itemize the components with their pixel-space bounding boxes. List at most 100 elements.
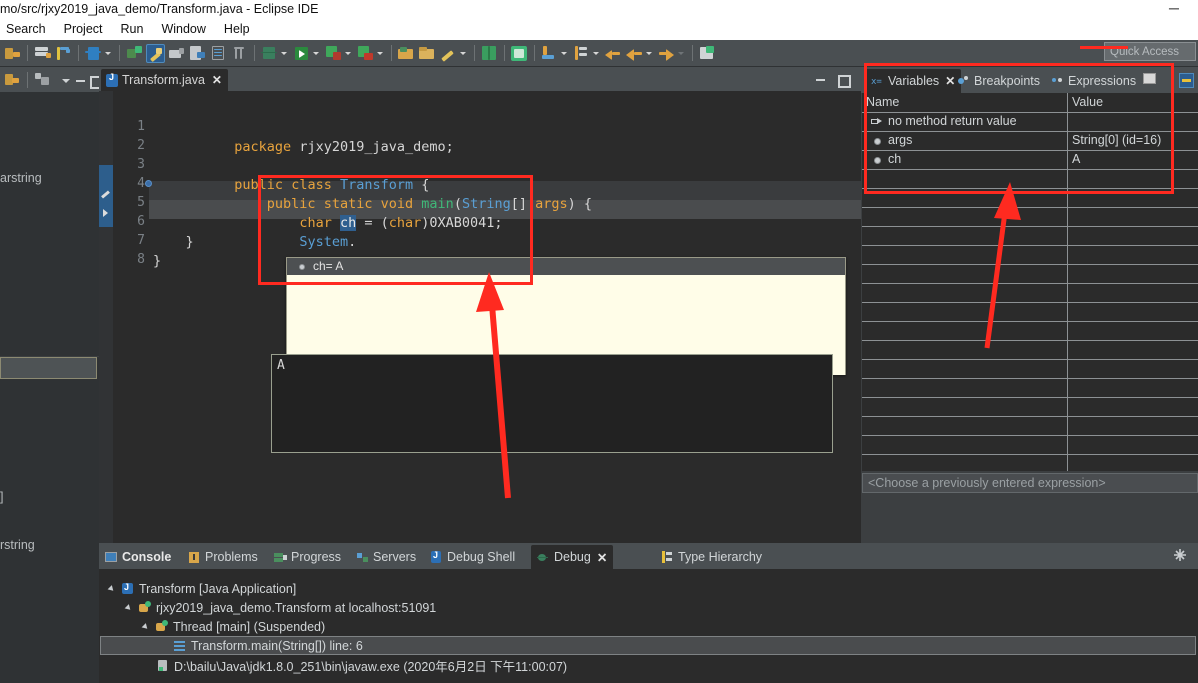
tree-item-launch[interactable]: J Transform [Java Application] [107,579,296,598]
debug-bug-icon[interactable] [84,44,103,63]
export-document-icon[interactable] [188,44,207,63]
run-external-tools-icon[interactable] [324,44,343,63]
new-package-icon[interactable] [397,44,416,63]
table-row[interactable] [862,379,1198,398]
tab-debug[interactable]: Debug ✕ [531,545,614,569]
list-view-icon[interactable] [209,44,228,63]
toggle-markers-caret-icon[interactable] [592,44,601,62]
table-row[interactable] [862,417,1198,436]
table-row[interactable]: ch A [862,151,1198,170]
editor-annotation-ruler[interactable] [99,91,113,543]
import-arrow-icon[interactable] [3,44,22,63]
table-row[interactable] [862,436,1198,455]
editor-maximize-icon[interactable] [837,73,851,88]
perspective-icon[interactable] [510,44,529,63]
highlight-pencil-icon[interactable] [146,43,165,63]
new-java-project-icon[interactable] [698,44,717,63]
open-folder-icon[interactable] [418,44,437,63]
run-launch-icon[interactable] [292,44,311,63]
left-panel-maximize-icon[interactable] [89,74,103,89]
table-row[interactable] [862,284,1198,303]
menu-item-help[interactable]: Help [215,20,259,38]
back-history-caret-icon[interactable] [645,44,654,62]
tab-console[interactable]: Console [105,545,171,569]
tab-type-hierarchy[interactable]: Type Hierarchy [661,545,762,569]
run-coverage-icon[interactable] [356,44,375,63]
tab-variables-close-icon[interactable]: ✕ [945,74,955,88]
table-row[interactable] [862,303,1198,322]
window-minimize-button[interactable]: ─ [1160,0,1188,18]
tab-variables[interactable]: x= Variables ✕ [865,69,962,93]
table-row[interactable] [862,341,1198,360]
menu-item-project[interactable]: Project [55,20,112,38]
back-arrow-icon[interactable] [604,44,623,63]
editor-minimize-icon[interactable] [815,73,827,85]
variables-table[interactable]: Name Value no method return value args S… [862,93,1198,474]
table-row[interactable] [862,189,1198,208]
left-panel-selected-row[interactable] [0,357,97,379]
tree-item-thread[interactable]: Thread [main] (Suspended) [141,617,325,636]
run-launch-caret-icon[interactable] [312,44,321,62]
camera-icon[interactable] [167,44,186,63]
code-editor[interactable]: 1 2 3 4 5 6 7 8 package rjxy2019_java_de… [99,91,861,543]
table-row[interactable] [862,246,1198,265]
branch-merge-icon[interactable] [54,44,73,63]
tree-item-target[interactable]: rjxy2019_java_demo.Transform at localhos… [124,598,436,617]
step-into-icon[interactable] [540,44,559,63]
table-row[interactable]: no method return value [862,113,1198,132]
tab-problems[interactable]: Problems [188,545,258,569]
expander-arrow-icon[interactable] [124,602,136,614]
tree-item-process[interactable]: D:\bailu\Java\jdk1.8.0_251\bin\javaw.exe… [157,656,567,675]
back-history-icon[interactable] [625,44,644,63]
table-row[interactable] [862,265,1198,284]
table-row[interactable] [862,322,1198,341]
tree-item-stackframe[interactable]: Transform.main(String[]) line: 6 [100,636,1196,655]
left-panel-minimize-icon[interactable] [75,74,85,86]
debug-dropdown-caret-icon[interactable] [104,44,113,62]
tab-progress[interactable]: Progress [274,545,341,569]
editor-tab-transform-java[interactable]: Transform.java ✕ [101,69,228,91]
tab-breakpoints[interactable]: Breakpoints [957,69,1040,93]
new-window-icon[interactable] [33,44,52,63]
edit-pencil-icon[interactable] [439,44,458,63]
debug-panel-maximize-icon[interactable] [1179,73,1194,88]
expression-input[interactable]: <Choose a previously entered expression> [862,473,1198,493]
tab-expressions[interactable]: Expressions [1051,69,1136,93]
inline-console-output[interactable]: A [271,354,833,453]
globe-search-icon[interactable] [480,44,499,63]
table-row[interactable] [862,227,1198,246]
external-tools-caret-icon[interactable] [344,44,353,62]
debug-launch-icon[interactable] [260,44,279,63]
expander-arrow-icon[interactable] [107,583,119,595]
debug-panel-view-menu-icon[interactable] [1143,73,1158,88]
debug-launch-caret-icon[interactable] [280,44,289,62]
quick-access-search-input[interactable]: Quick Access [1104,42,1196,61]
tab-debug-close-icon[interactable]: ✕ [597,550,607,565]
menu-item-run[interactable]: Run [112,20,153,38]
debug-tree[interactable]: J Transform [Java Application] rjxy2019_… [99,569,1198,683]
table-row[interactable] [862,398,1198,417]
table-row[interactable]: args String[0] (id=16) [862,132,1198,151]
tab-servers[interactable]: Servers [356,545,416,569]
tab-debug-shell[interactable]: J Debug Shell [430,545,515,569]
editor-tab-close-icon[interactable]: ✕ [212,73,222,87]
coverage-caret-icon[interactable] [376,44,385,62]
table-row[interactable] [862,208,1198,227]
expander-arrow-icon[interactable] [141,621,153,633]
edit-pencil-caret-icon[interactable] [459,44,468,62]
bottom-panel-restore-icon[interactable] [1173,548,1188,563]
step-into-caret-icon[interactable] [560,44,569,62]
collapse-all-icon[interactable] [33,70,52,89]
forward-arrow-icon[interactable] [657,44,676,63]
left-panel-menu-icon[interactable] [61,74,70,86]
table-row[interactable] [862,170,1198,189]
run-last-tool-icon[interactable] [125,44,144,63]
quickfix-arrow-icon[interactable] [101,208,111,218]
table-row[interactable] [862,455,1198,474]
menu-item-window[interactable]: Window [152,20,214,38]
table-row[interactable] [862,360,1198,379]
quickfix-pencil-icon[interactable] [101,189,111,199]
menu-item-search[interactable]: Search [0,20,55,38]
paragraph-mark-icon[interactable] [230,44,249,63]
link-editor-icon[interactable] [3,70,22,89]
